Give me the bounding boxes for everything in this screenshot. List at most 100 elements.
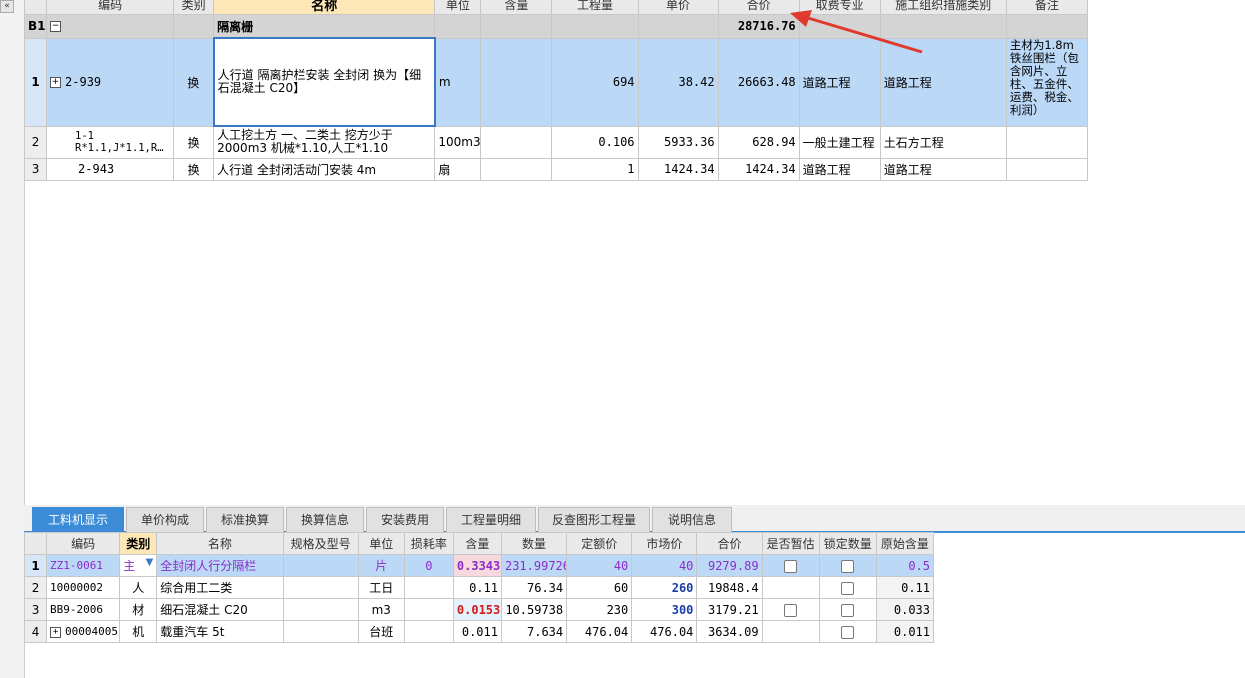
type-cell[interactable]: 换	[173, 37, 215, 127]
name-cell[interactable]: 全封闭人行分隔栏	[156, 554, 284, 577]
table-row[interactable]: 3 BB9-2006 材 细石混凝土 C20 m3 0.0153 10.5973…	[23, 598, 935, 621]
header-total[interactable]: 合价	[696, 532, 763, 555]
header-unit[interactable]: 单位	[434, 0, 482, 15]
type-cell[interactable]: 换	[173, 157, 215, 181]
market-price-cell[interactable]: 260	[631, 576, 698, 599]
tab-material-machine[interactable]: 工料机显示	[32, 507, 124, 532]
content-cell[interactable]	[480, 37, 553, 127]
lock-qty-cell[interactable]	[818, 554, 877, 577]
qty-cell[interactable]: 1	[551, 157, 639, 181]
loss-cell[interactable]	[403, 598, 454, 621]
header-loss-rate[interactable]: 损耗率	[403, 532, 454, 555]
type-cell[interactable]: 材	[119, 598, 158, 621]
content-cell[interactable]: 0.011	[452, 620, 502, 643]
code-cell[interactable]: 1-1 R*1.1,J*1.1,R…	[46, 125, 175, 159]
fee-major-cell[interactable]: 道路工程	[798, 157, 881, 181]
table-row[interactable]: 4 +00004005 机 载重汽车 5t 台班 0.011 7.634 476…	[23, 620, 935, 643]
tab-description[interactable]: 说明信息	[652, 507, 732, 532]
header-fee-major[interactable]: 取费专业	[798, 0, 881, 15]
type-cell[interactable]: 人	[119, 576, 158, 599]
fee-major-cell[interactable]: 道路工程	[798, 37, 881, 127]
header-unit[interactable]: 单位	[357, 532, 405, 555]
amount-cell[interactable]: 10.59738	[500, 598, 568, 621]
unit-cell[interactable]: m3	[357, 598, 405, 621]
tab-unit-price[interactable]: 单价构成	[126, 507, 204, 532]
market-price-cell[interactable]: 476.04	[631, 620, 698, 643]
type-cell[interactable]: 主 ▼	[119, 554, 158, 577]
name-cell[interactable]: 综合用工二类	[156, 576, 284, 599]
content-cell[interactable]: 0.3343	[452, 554, 502, 577]
header-remark[interactable]: 备注	[1005, 0, 1089, 15]
name-cell[interactable]: 人行道 隔离护栏安装 全封闭 换为【细石混凝土 C20】	[212, 37, 436, 127]
checkbox-icon[interactable]	[784, 559, 798, 573]
header-qty[interactable]: 工程量	[551, 0, 639, 15]
spec-cell[interactable]	[282, 576, 359, 599]
tab-install-fee[interactable]: 安装费用	[366, 507, 444, 532]
header-name[interactable]: 名称	[213, 0, 436, 15]
code-cell[interactable]: 10000002	[46, 576, 121, 599]
tab-reverse-graphic[interactable]: 反查图形工程量	[538, 507, 650, 532]
lock-qty-cell[interactable]	[818, 598, 877, 621]
type-cell[interactable]: 换	[173, 125, 215, 159]
provisional-cell[interactable]	[761, 598, 820, 621]
code-cell[interactable]: +00004005	[46, 620, 121, 643]
price-cell[interactable]: 1424.34	[637, 157, 719, 181]
loss-cell[interactable]	[403, 620, 454, 643]
content-cell[interactable]: 0.11	[452, 576, 502, 599]
checkbox-icon[interactable]	[841, 581, 855, 595]
lock-qty-cell[interactable]	[818, 576, 877, 599]
tab-standard-conversion[interactable]: 标准换算	[206, 507, 284, 532]
plus-box-icon[interactable]: +	[50, 626, 62, 638]
code-cell[interactable]: ZZ1-0061	[46, 554, 121, 577]
measure-category-cell[interactable]: 道路工程	[879, 37, 1007, 127]
name-cell[interactable]: 载重汽车 5t	[156, 620, 284, 643]
checkbox-icon[interactable]	[841, 559, 855, 573]
market-price-cell[interactable]: 40	[631, 554, 698, 577]
tab-conversion-info[interactable]: 换算信息	[286, 507, 364, 532]
loss-cell[interactable]	[403, 576, 454, 599]
spec-cell[interactable]	[282, 598, 359, 621]
amount-cell[interactable]: 231.99726	[500, 554, 568, 577]
checkbox-icon[interactable]	[784, 603, 798, 617]
code-cell[interactable]: BB9-2006	[46, 598, 121, 621]
spec-cell[interactable]	[282, 554, 359, 577]
plus-box-icon[interactable]: +	[50, 77, 62, 88]
loss-cell[interactable]: 0	[403, 554, 454, 577]
name-cell[interactable]: 人工挖土方 一、二类土 挖方少于2000m3 机械*1.10,人工*1.10	[213, 125, 436, 159]
header-code[interactable]: 编码	[46, 0, 175, 15]
remark-cell[interactable]	[1005, 157, 1089, 181]
code-cell[interactable]: +2-939	[46, 37, 175, 127]
header-amount[interactable]: 数量	[500, 532, 568, 555]
unit-cell[interactable]: 台班	[357, 620, 405, 643]
market-price-cell[interactable]: 300	[631, 598, 698, 621]
checkbox-icon[interactable]	[841, 625, 855, 639]
unit-cell[interactable]: 工日	[357, 576, 405, 599]
header-name[interactable]: 名称	[156, 532, 284, 555]
group-toggle-cell[interactable]: −	[46, 14, 175, 39]
amount-cell[interactable]: 7.634	[500, 620, 568, 643]
table-row[interactable]: 2 1-1 R*1.1,J*1.1,R… 换 人工挖土方 一、二类土 挖方少于20…	[23, 125, 1089, 159]
remark-cell[interactable]: 主材为1.8m铁丝围栏（包含网片、立柱、五金件、运费、税金、利润）	[1005, 37, 1089, 127]
provisional-cell[interactable]	[761, 554, 820, 577]
table-row[interactable]: 1 ZZ1-0061 主 ▼ 全封闭人行分隔栏 片 0 0.3343 231.9…	[23, 554, 935, 577]
header-type[interactable]: 类别	[173, 0, 215, 15]
lock-qty-cell[interactable]	[818, 620, 877, 643]
header-market-price[interactable]: 市场价	[631, 532, 698, 555]
header-original-content[interactable]: 原始含量	[875, 532, 935, 555]
table-row[interactable]: 3 2-943 换 人行道 全封闭活动门安装 4m 扇 1 1424.34 14…	[23, 157, 1089, 181]
qty-cell[interactable]: 694	[551, 37, 639, 127]
table-row[interactable]: 2 10000002 人 综合用工二类 工日 0.11 76.34 60 260…	[23, 576, 935, 599]
unit-cell[interactable]: 片	[357, 554, 405, 577]
unit-cell[interactable]: 扇	[434, 157, 482, 181]
price-cell[interactable]: 38.42	[637, 37, 719, 127]
header-type[interactable]: 类别	[119, 532, 158, 555]
remark-cell[interactable]	[1005, 125, 1089, 159]
measure-category-cell[interactable]: 道路工程	[879, 157, 1007, 181]
spec-cell[interactable]	[282, 620, 359, 643]
header-lock-qty[interactable]: 锁定数量	[818, 532, 877, 555]
unit-cell[interactable]: m	[434, 37, 482, 127]
content-cell[interactable]	[480, 157, 553, 181]
checkbox-icon[interactable]	[841, 603, 855, 617]
qty-cell[interactable]: 0.106	[551, 125, 639, 159]
measure-category-cell[interactable]: 土石方工程	[879, 125, 1007, 159]
